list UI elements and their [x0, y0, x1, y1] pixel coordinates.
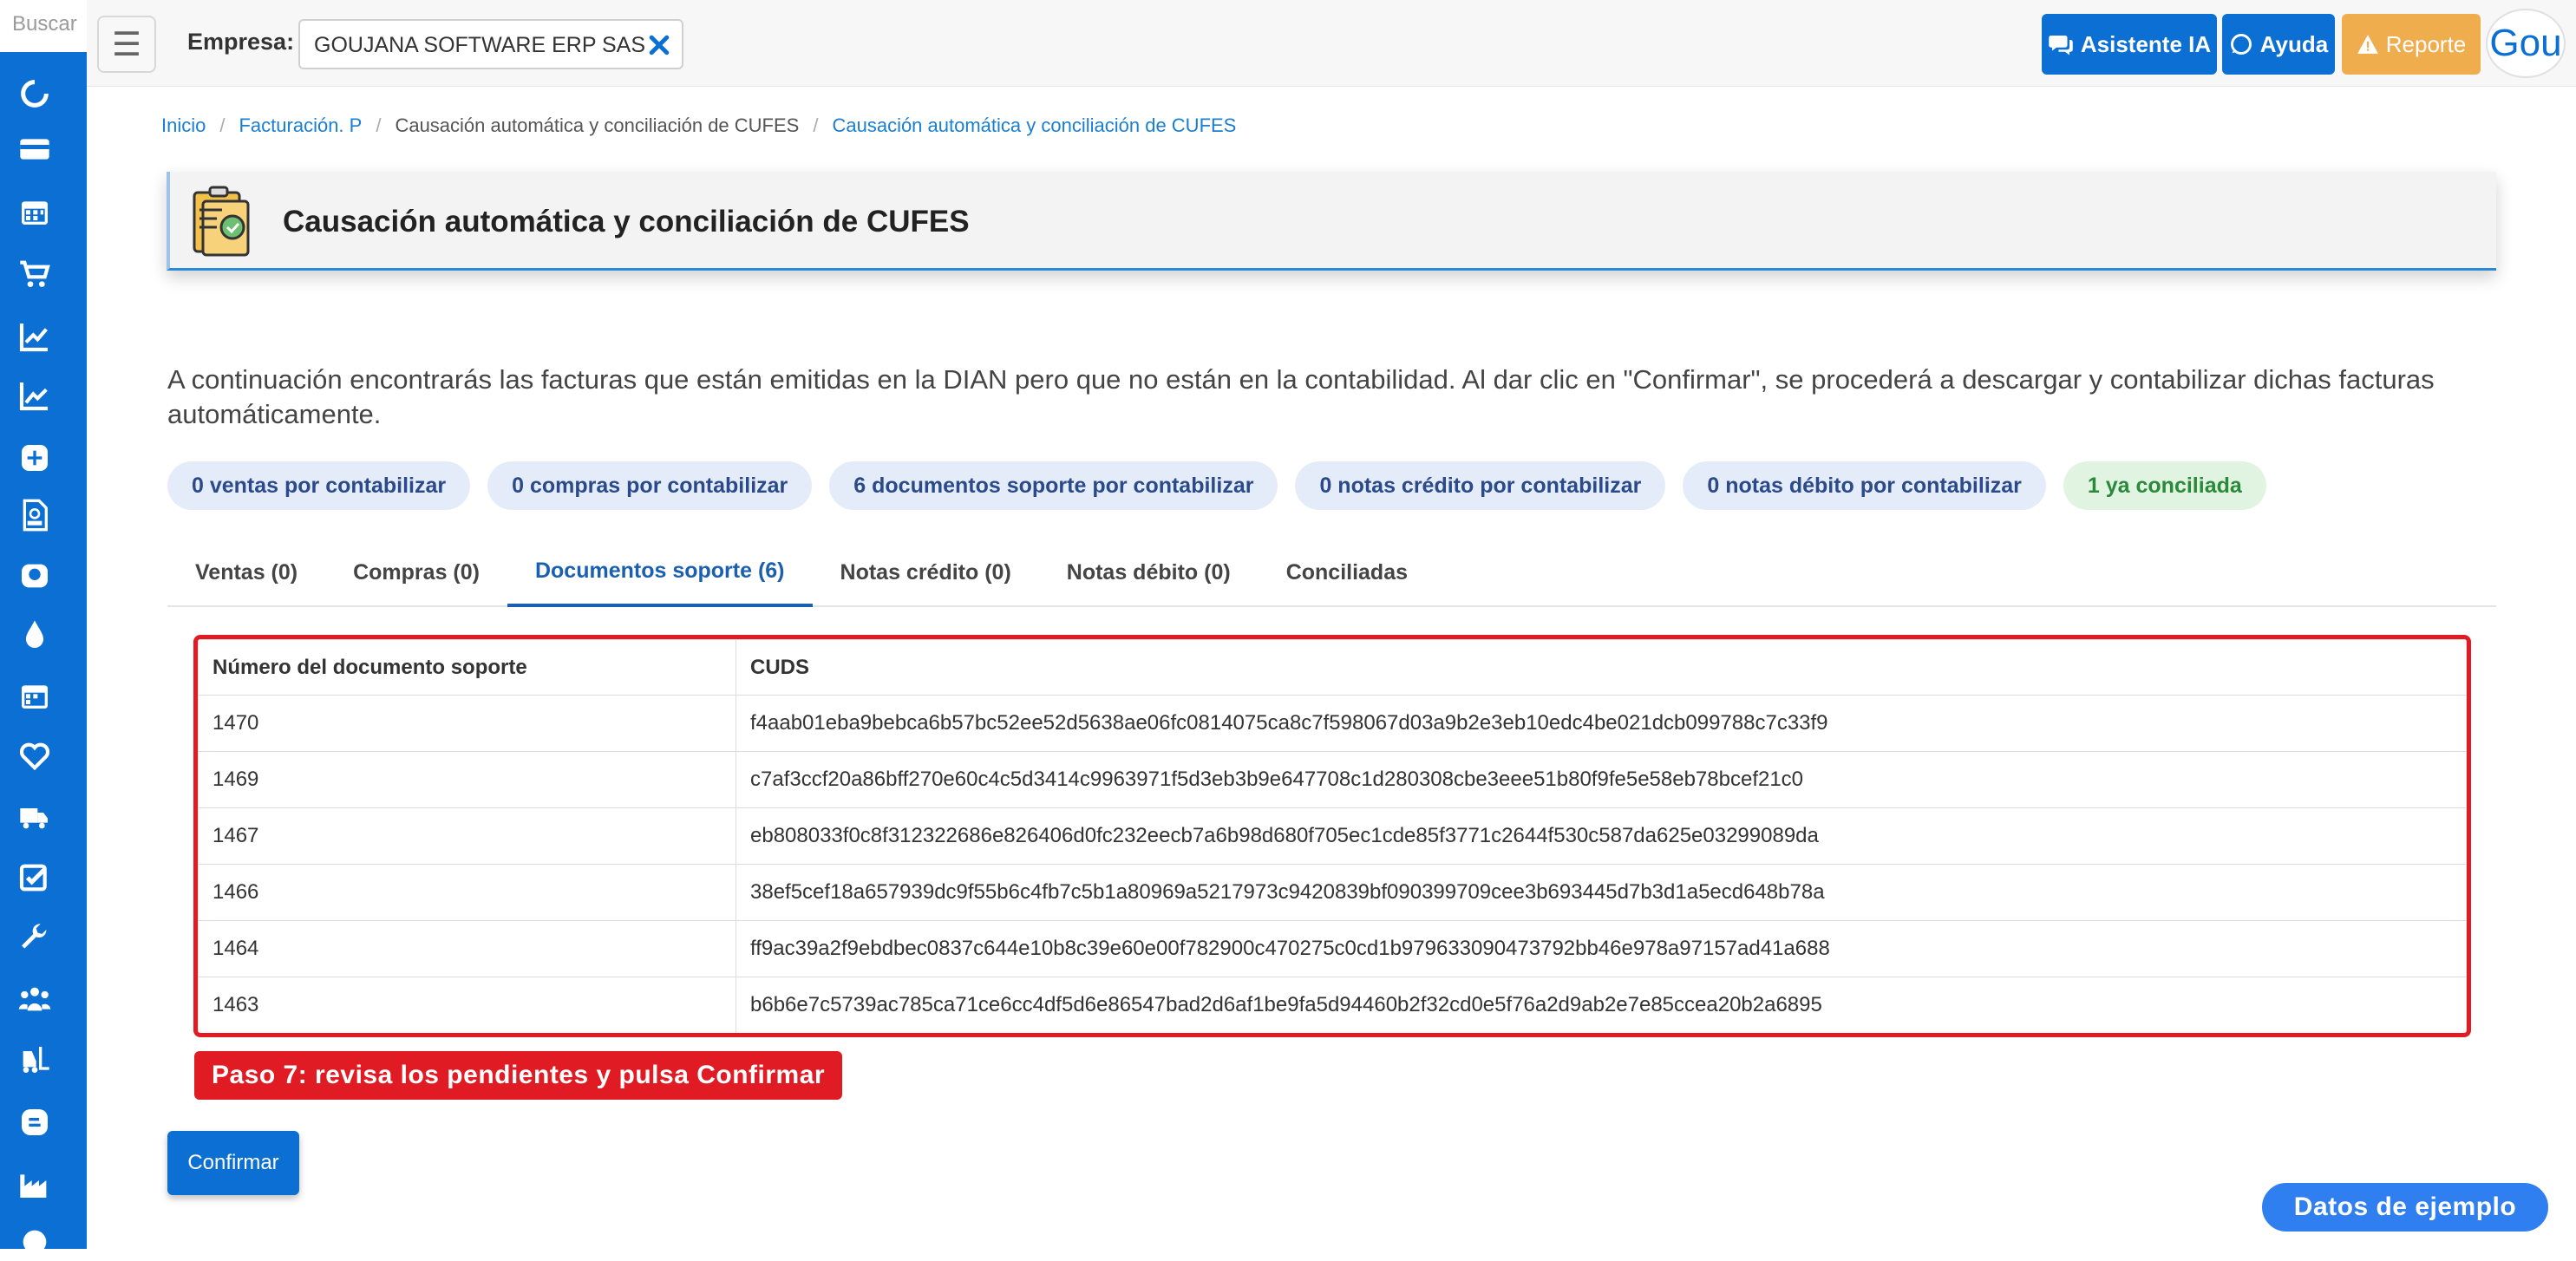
- comments-icon: [2049, 36, 2073, 56]
- calendar-grid-icon[interactable]: [16, 676, 54, 715]
- cell-numero: 1470: [198, 695, 736, 752]
- close-icon[interactable]: [642, 26, 677, 64]
- credit-card-icon[interactable]: [16, 130, 54, 168]
- page-title: Causación automática y conciliación de C…: [283, 205, 970, 238]
- ayuda-button[interactable]: Ayuda: [2222, 14, 2335, 75]
- cell-cuds: ff9ac39a2f9ebdbec0837c644e10b8c39e60e00f…: [736, 920, 2467, 977]
- wrench-icon[interactable]: [16, 919, 54, 957]
- blog-icon[interactable]: [16, 1103, 54, 1141]
- menu-toggle-button[interactable]: ☰: [97, 16, 156, 73]
- documents-table: Número del documento soporte CUDS 1470 f…: [198, 639, 2467, 1033]
- badge-notas-debito: 0 notas débito por contabilizar: [1683, 461, 2046, 510]
- sidebar: Buscar: [0, 0, 87, 1254]
- warning-icon: [2357, 35, 2378, 54]
- cell-numero: 1464: [198, 920, 736, 977]
- empresa-value: GOUJANA SOFTWARE ERP SAS: [314, 33, 646, 57]
- refresh-icon[interactable]: [16, 75, 54, 113]
- tab-notas-credito[interactable]: Notas crédito (0): [813, 538, 1039, 607]
- chart-line-icon[interactable]: [16, 317, 54, 356]
- breadcrumb-current[interactable]: Causación automática y conciliación de C…: [832, 114, 1236, 137]
- badge-ventas: 0 ventas por contabilizar: [167, 461, 471, 510]
- page-description: A continuación encontrarás las facturas …: [167, 364, 2435, 429]
- tab-documentos-soporte[interactable]: Documentos soporte (6): [507, 538, 813, 607]
- whatsapp-icon: [2230, 34, 2252, 55]
- column-header-numero: Número del documento soporte: [198, 639, 736, 696]
- breadcrumb-inicio[interactable]: Inicio: [161, 114, 206, 137]
- cell-numero: 1467: [198, 807, 736, 865]
- document-tabs: Ventas (0) Compras (0) Documentos soport…: [167, 538, 2496, 607]
- cell-cuds: f4aab01eba9bebca6b57bc52ee52d5638ae06fc0…: [736, 695, 2467, 752]
- calendar-icon[interactable]: [16, 193, 54, 231]
- step-instruction-label: Paso 7: revisa los pendientes y pulsa Co…: [194, 1051, 843, 1100]
- breadcrumb-parent: Causación automática y conciliación de C…: [395, 114, 800, 136]
- rips-file-icon[interactable]: [16, 496, 54, 534]
- tab-compras[interactable]: Compras (0): [325, 538, 507, 607]
- asistente-ia-button[interactable]: Asistente IA: [2042, 14, 2217, 75]
- hamburger-icon: ☰: [111, 26, 142, 63]
- cell-numero: 1466: [198, 864, 736, 921]
- sample-data-badge: Datos de ejemplo: [2260, 1181, 2550, 1233]
- cell-cuds: b6b6e7c5739ac785ca71ce6cc4df5d6e86547bad…: [736, 977, 2467, 1033]
- cell-cuds: 38ef5cef18a657939dc9f55b6c4fb7c5b1a80969…: [736, 864, 2467, 921]
- badge-compras: 0 compras por contabilizar: [487, 461, 813, 510]
- support-icon[interactable]: [16, 1223, 54, 1261]
- table-row: 1467 eb808033f0c8f312322686e826406d0fc23…: [198, 807, 2467, 865]
- table-row: 1464 ff9ac39a2f9ebdbec0837c644e10b8c39e6…: [198, 920, 2467, 977]
- badge-documentos-soporte: 6 documentos soporte por contabilizar: [829, 461, 1278, 510]
- table-row: 1466 38ef5cef18a657939dc9f55b6c4fb7c5b1a…: [198, 864, 2467, 921]
- documents-table-container: Número del documento soporte CUDS 1470 f…: [193, 635, 2471, 1037]
- wallet-icon[interactable]: [16, 557, 54, 595]
- summary-badges: 0 ventas por contabilizar 0 compras por …: [167, 461, 2266, 510]
- cell-cuds: c7af3ccf20a86bff270e60c4c5d3414c9963971f…: [736, 751, 2467, 808]
- heart-icon[interactable]: [16, 737, 54, 775]
- breadcrumb: Inicio / Facturación. P / Causación auto…: [161, 114, 1236, 137]
- breadcrumb-separator: /: [376, 114, 382, 136]
- column-header-cuds: CUDS: [736, 639, 2467, 696]
- page-title-card: Causación automática y conciliación de C…: [167, 172, 2496, 271]
- reporte-label: Reporte: [2385, 30, 2467, 57]
- empresa-select[interactable]: GOUJANA SOFTWARE ERP SAS: [298, 19, 683, 69]
- avatar[interactable]: Gou: [2486, 9, 2566, 78]
- table-row: 1470 f4aab01eba9bebca6b57bc52ee52d5638ae…: [198, 695, 2467, 752]
- water-drop-icon[interactable]: [16, 616, 54, 654]
- users-icon[interactable]: [16, 980, 54, 1018]
- tab-notas-debito[interactable]: Notas débito (0): [1039, 538, 1259, 607]
- confirmar-button[interactable]: Confirmar: [167, 1131, 299, 1195]
- breadcrumb-facturacion[interactable]: Facturación. P: [239, 114, 362, 137]
- badge-conciliada: 1 ya conciliada: [2063, 461, 2266, 510]
- industry-icon[interactable]: [16, 1166, 54, 1204]
- tab-ventas[interactable]: Ventas (0): [167, 538, 325, 607]
- empresa-label: Empresa:: [187, 29, 295, 55]
- truck-icon[interactable]: [16, 798, 54, 836]
- tab-conciliadas[interactable]: Conciliadas: [1259, 538, 1435, 607]
- ayuda-label: Ayuda: [2259, 30, 2329, 57]
- asistente-ia-label: Asistente IA: [2080, 30, 2212, 57]
- top-bar: ☰ Empresa: GOUJANA SOFTWARE ERP SAS Asis…: [87, 0, 2576, 87]
- table-row: 1469 c7af3ccf20a86bff270e60c4c5d3414c996…: [198, 751, 2467, 808]
- breadcrumb-separator: /: [813, 114, 819, 136]
- breadcrumb-separator: /: [219, 114, 226, 136]
- cell-numero: 1463: [198, 977, 736, 1033]
- checklist-icon[interactable]: [16, 859, 54, 897]
- table-row: 1463 b6b6e7c5739ac785ca71ce6cc4df5d6e865…: [198, 977, 2467, 1033]
- table-header-row: Número del documento soporte CUDS: [198, 639, 2467, 696]
- chart-area-icon[interactable]: [16, 376, 54, 415]
- sidebar-search-input[interactable]: Buscar: [0, 0, 87, 52]
- forklift-icon[interactable]: [16, 1041, 54, 1079]
- document-verify-icon: [193, 186, 250, 257]
- reporte-button[interactable]: Reporte: [2342, 14, 2481, 75]
- badge-notas-credito: 0 notas crédito por contabilizar: [1295, 461, 1666, 510]
- cell-cuds: eb808033f0c8f312322686e826406d0fc232eecb…: [736, 807, 2467, 865]
- cart-icon[interactable]: [16, 255, 54, 293]
- plus-square-icon[interactable]: [16, 439, 54, 477]
- cell-numero: 1469: [198, 751, 736, 808]
